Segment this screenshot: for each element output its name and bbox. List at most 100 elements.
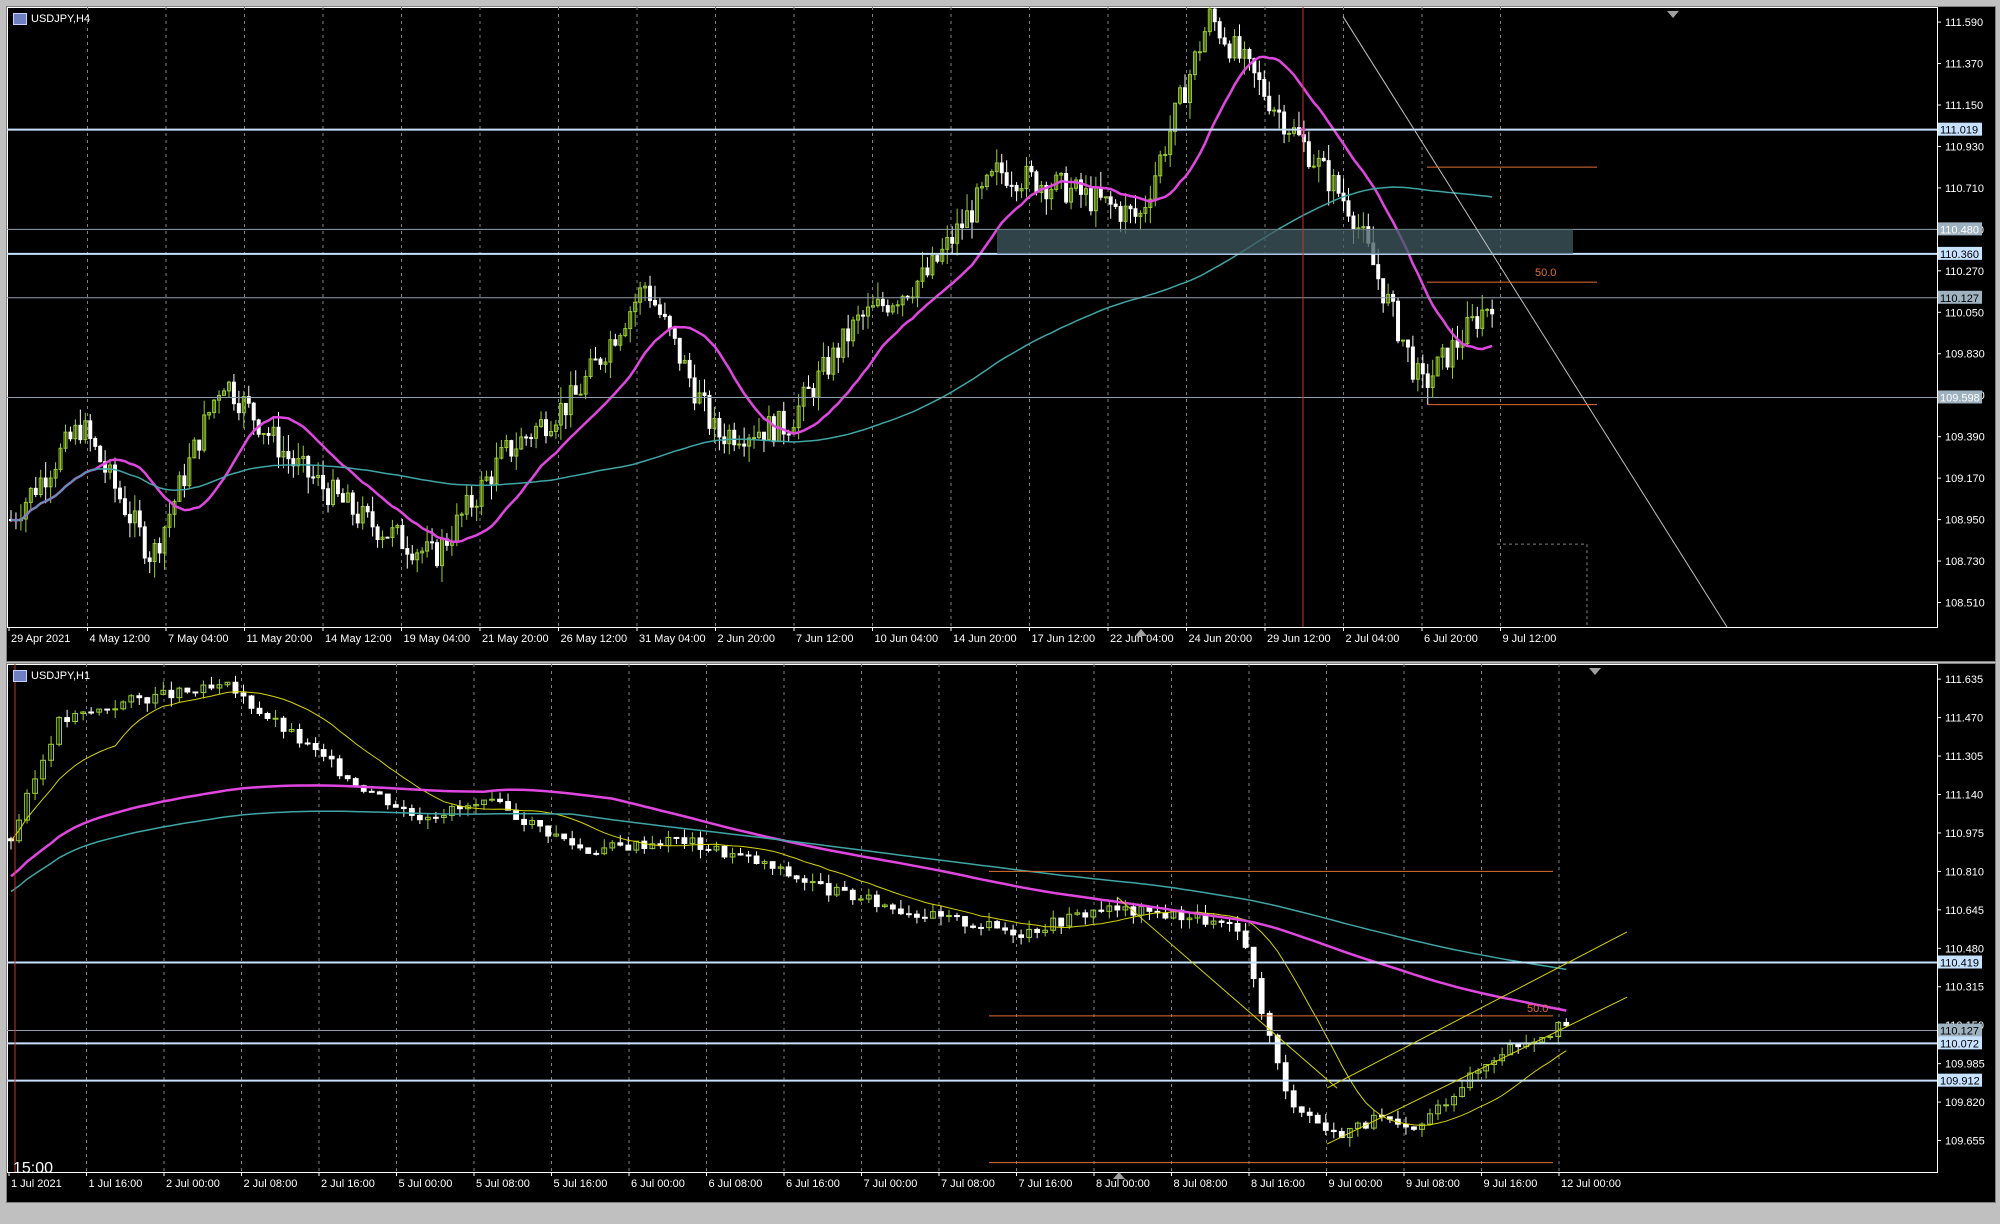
candlestick [420,547,425,564]
candlestick [1103,196,1108,204]
candlestick [1029,160,1034,177]
chart-pane-h1[interactable]: 1 Jul 2021 1 Jul 16:00 2 Jul 00:00 2 Jul 08… [6,663,1996,1203]
candle-body [994,921,1000,929]
candlestick [53,462,58,488]
candlestick [88,707,95,715]
candlestick [875,282,880,308]
candle-body [1443,1104,1449,1107]
candle-body [935,255,940,262]
candle-body [970,925,976,928]
candlestick [811,382,816,406]
candle-body [335,479,340,495]
candlestick [375,524,380,548]
candle-body [672,328,677,339]
candlestick [1267,81,1272,115]
candlestick [264,711,271,721]
candlestick [320,743,327,762]
candlestick [28,487,33,511]
candlestick [801,874,808,891]
time-scroll-marker[interactable] [1135,629,1147,636]
price-level-tag-text: 109.598 [1940,392,1980,404]
candlestick [922,908,928,922]
up-arrow-icon: ⇧ [1297,125,1309,141]
candlestick [345,484,350,503]
candlestick [405,536,410,569]
candlestick [216,679,223,694]
candle-body [1128,205,1133,210]
candle-body [817,881,824,885]
candle-body [321,475,326,490]
candlestick [793,874,800,883]
candle-body [1272,109,1277,112]
candlestick [144,697,151,712]
candlestick [504,434,509,452]
time-axis-label: 8 Jul 16:00 [1251,1178,1305,1190]
candlestick [1499,1047,1506,1066]
chart-shift-marker[interactable] [1667,11,1679,18]
candlestick [945,225,950,265]
time-axis-label: 6 Jul 20:00 [1424,633,1478,645]
price-axis-label: 110.930 [1945,141,1984,153]
candle-body [1222,37,1227,45]
candlestick [628,306,633,343]
time-axis-label: 7 Jul 16:00 [1019,1178,1073,1190]
candlestick [280,715,287,739]
candlestick [742,427,747,457]
candle-body [1034,171,1039,193]
candlestick [861,310,866,330]
time-axis-label: 8 Jul 00:00 [1096,1178,1150,1190]
candle-body [64,717,71,723]
candle-body [1445,347,1450,368]
candlestick [1292,118,1296,137]
candlestick [657,297,662,319]
time-axis-label: 26 May 12:00 [561,633,628,645]
candlestick [1443,1098,1449,1112]
candlestick [914,910,920,924]
candle-body [182,475,187,487]
candlestick [950,226,955,254]
candle-body [970,210,974,223]
candlestick [1066,907,1073,929]
time-axis-label: 2 Jun 20:00 [718,633,776,645]
time-axis-label: 7 May 04:00 [168,633,229,645]
candle-body [304,742,311,745]
candlestick [83,412,88,444]
candle-body [435,542,440,567]
candle-body [625,844,632,851]
candlestick [1079,172,1083,208]
candlestick [978,923,984,936]
candle-body [1470,316,1475,319]
h1-chart-canvas[interactable]: 1 Jul 2021 1 Jul 16:00 2 Jul 00:00 2 Jul 08… [7,664,1995,1202]
h4-chart-canvas[interactable]: 29 Apr 2021 4 May 12:00 7 May 04:00 11 May … [7,7,1995,661]
chart-shift-marker[interactable] [1589,668,1601,675]
candlestick [137,500,142,537]
candle-body [1425,373,1430,388]
time-scroll-marker[interactable] [1113,1172,1125,1179]
candlestick [885,299,890,317]
candle-body [416,814,423,821]
candle-body [296,729,303,744]
candlestick [1098,171,1103,201]
candlestick [1019,183,1024,199]
chart-pane-h4[interactable]: 29 Apr 2021 4 May 12:00 7 May 04:00 11 May … [6,6,1996,662]
candlestick [58,443,63,473]
candle-body [144,697,151,704]
candlestick [160,681,167,696]
candle-body [737,853,744,856]
candlestick [416,807,423,825]
candle-body [1287,132,1292,135]
candlestick [1282,104,1287,144]
candlestick [1306,1107,1313,1123]
candle-body [524,436,529,439]
candlestick [272,709,279,728]
candle-body [350,492,355,515]
candlestick [761,431,766,453]
candle-body [681,837,688,845]
candlestick [1004,160,1009,189]
candle-body [1274,1034,1281,1064]
candlestick [1531,1037,1538,1052]
candlestick [873,890,880,913]
candlestick [677,337,682,371]
candle-body [88,711,95,714]
candlestick [281,436,286,469]
